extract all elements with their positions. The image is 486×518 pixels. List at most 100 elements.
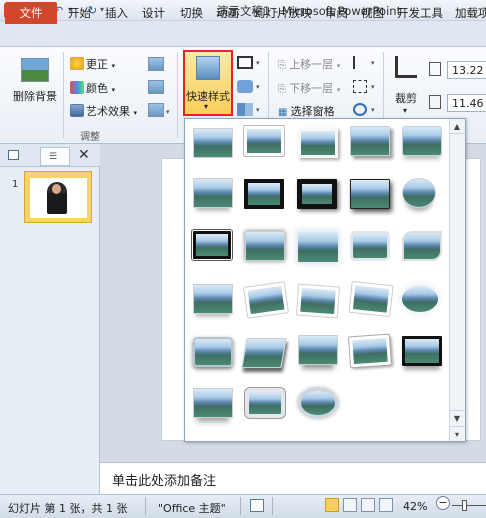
- theme-status[interactable]: "Office 主题": [158, 500, 226, 516]
- picture-style-reflected-rounded[interactable]: [402, 126, 442, 156]
- tab-home[interactable]: 开始: [68, 5, 91, 21]
- remove-background-button[interactable]: 删除背景: [8, 52, 62, 124]
- picture-style-rotated-white[interactable]: [243, 281, 289, 319]
- corrections-label: 更正: [86, 58, 108, 71]
- picture-style-metal-oval[interactable]: [298, 388, 338, 418]
- gallery-scrollbar[interactable]: [449, 119, 465, 441]
- slide-sorter-view-button[interactable]: [343, 498, 357, 512]
- shape-width-input[interactable]: [447, 94, 486, 112]
- tab-file[interactable]: 文件: [5, 2, 57, 24]
- tab-view[interactable]: 视图: [361, 5, 384, 21]
- outline-icon: ☰: [49, 152, 58, 162]
- artistic-effects-icon: [70, 104, 84, 117]
- group-dropdown-icon[interactable]: ▾: [371, 83, 375, 91]
- picture-style-simple-frame-black[interactable]: [350, 179, 390, 209]
- picture-style-drop-shadow-rectangle[interactable]: [298, 128, 338, 158]
- picture-style-soft-shadow[interactable]: [193, 284, 233, 314]
- slideshow-view-button[interactable]: [379, 498, 393, 512]
- group-icon[interactable]: [353, 80, 367, 93]
- picture-style-perspective-shadow[interactable]: [241, 338, 287, 368]
- rotate-icon[interactable]: [353, 103, 367, 116]
- adjust-group-label: 调整: [80, 132, 100, 143]
- shape-height-input[interactable]: [447, 61, 486, 79]
- picture-style-soft-edge[interactable]: [193, 178, 233, 208]
- picture-style-metal-rounded[interactable]: [244, 387, 286, 419]
- rotate-dropdown-icon[interactable]: ▾: [371, 106, 375, 114]
- color-button[interactable]: 颜色 ▾: [70, 80, 115, 96]
- crop-label: 裁剪: [395, 92, 417, 105]
- remove-background-icon: [21, 58, 49, 82]
- zoom-slider[interactable]: [452, 505, 486, 506]
- slides-tab-icon[interactable]: [8, 150, 19, 160]
- picture-style-center-shadow[interactable]: [245, 231, 285, 261]
- notes-placeholder[interactable]: 单击此处添加备注: [112, 470, 216, 489]
- picture-style-reflected-bevel[interactable]: [298, 335, 338, 365]
- align-dropdown-icon[interactable]: ▾: [371, 59, 375, 67]
- close-icon[interactable]: ✕: [78, 147, 90, 163]
- bring-forward-button[interactable]: ⎘ 上移一层 ▾: [278, 56, 340, 72]
- color-label: 颜色: [86, 82, 108, 95]
- zoom-level[interactable]: 42%: [403, 500, 427, 513]
- picture-style-oval-reflection[interactable]: [402, 178, 436, 208]
- picture-style-beveled-matte-white[interactable]: [243, 125, 285, 157]
- picture-style-snip-diagonal[interactable]: [402, 231, 442, 261]
- ribbon-divider: [63, 52, 64, 138]
- reading-view-button[interactable]: [361, 498, 375, 512]
- quick-styles-icon: [196, 56, 220, 80]
- picture-border-dropdown-icon[interactable]: ▾: [256, 59, 260, 67]
- picture-style-rotated-frame[interactable]: [295, 283, 341, 319]
- compress-pictures-icon[interactable]: [148, 57, 164, 71]
- selection-pane-button[interactable]: ▦ 选择窗格: [278, 103, 335, 119]
- tab-insert[interactable]: 插入: [105, 5, 128, 21]
- tab-design[interactable]: 设计: [142, 5, 165, 21]
- slide-thumbnail[interactable]: [24, 171, 92, 223]
- tab-slideshow[interactable]: 幻灯片放映: [254, 5, 312, 21]
- picture-layout-icon[interactable]: [237, 103, 253, 116]
- picture-style-relaxed-perspective[interactable]: [347, 333, 393, 369]
- picture-effects-icon[interactable]: [237, 80, 253, 93]
- align-icon[interactable]: [353, 56, 367, 69]
- tab-animations[interactable]: 动画: [216, 5, 239, 21]
- normal-view-button[interactable]: [325, 498, 339, 512]
- quick-styles-button[interactable]: 快速样式 ▾: [183, 50, 233, 116]
- reset-dropdown-icon[interactable]: ▾: [166, 108, 170, 116]
- picture-style-rounded-frame[interactable]: [350, 231, 390, 261]
- send-backward-button[interactable]: ⎘ 下移一层 ▾: [278, 80, 340, 96]
- crop-button[interactable]: 裁剪 ▾: [389, 52, 423, 122]
- gallery-more-icon[interactable]: ▾: [449, 426, 465, 441]
- customize-qat-icon[interactable]: ▾: [100, 5, 104, 14]
- picture-style-shadow[interactable]: [350, 126, 390, 156]
- zoom-out-button[interactable]: −: [436, 496, 450, 510]
- picture-border-icon[interactable]: [237, 56, 253, 69]
- picture-style-double-frame-black[interactable]: [244, 179, 284, 209]
- picture-style-bevel-rectangle[interactable]: [193, 337, 233, 367]
- picture-layout-dropdown-icon[interactable]: ▾: [256, 106, 260, 114]
- picture-style-perspective-white[interactable]: [348, 280, 394, 318]
- chevron-down-icon: ▾: [403, 106, 408, 115]
- thumbnail-image: [30, 178, 87, 218]
- zoom-slider-thumb[interactable]: [462, 500, 467, 511]
- corrections-button[interactable]: 更正 ▾: [70, 56, 115, 72]
- tab-developer[interactable]: 开发工具: [397, 5, 443, 21]
- tab-transitions[interactable]: 切换: [180, 5, 203, 21]
- palette-icon: [70, 81, 84, 94]
- reset-picture-icon[interactable]: [148, 103, 164, 117]
- picture-style-soft-edge-oval[interactable]: [402, 286, 438, 312]
- picture-style-reflected-perspective[interactable]: [193, 388, 233, 418]
- picture-style-soft-edge-rectangle[interactable]: [298, 232, 338, 262]
- picture-style-thick-matte-black[interactable]: [297, 179, 337, 209]
- tab-addins[interactable]: 加载项: [455, 5, 486, 21]
- scroll-down-icon[interactable]: ▼: [449, 410, 465, 425]
- picture-style-metal-frame[interactable]: [402, 336, 442, 366]
- shape-width-icon: [429, 95, 441, 109]
- picture-style-simple-frame-white[interactable]: [193, 128, 233, 158]
- spell-check-icon[interactable]: [250, 499, 264, 512]
- picture-effects-dropdown-icon[interactable]: ▾: [256, 83, 260, 91]
- scroll-up-icon[interactable]: ▲: [449, 119, 465, 134]
- tab-review[interactable]: 审阅: [325, 5, 348, 21]
- slide-count-status: 幻灯片 第 1 张，共 1 张: [8, 502, 128, 515]
- change-picture-icon[interactable]: [148, 80, 164, 94]
- chevron-down-icon: ▾: [204, 102, 209, 111]
- artistic-effects-button[interactable]: 艺术效果 ▾: [70, 103, 137, 119]
- picture-style-compound-frame-black[interactable]: [191, 229, 233, 261]
